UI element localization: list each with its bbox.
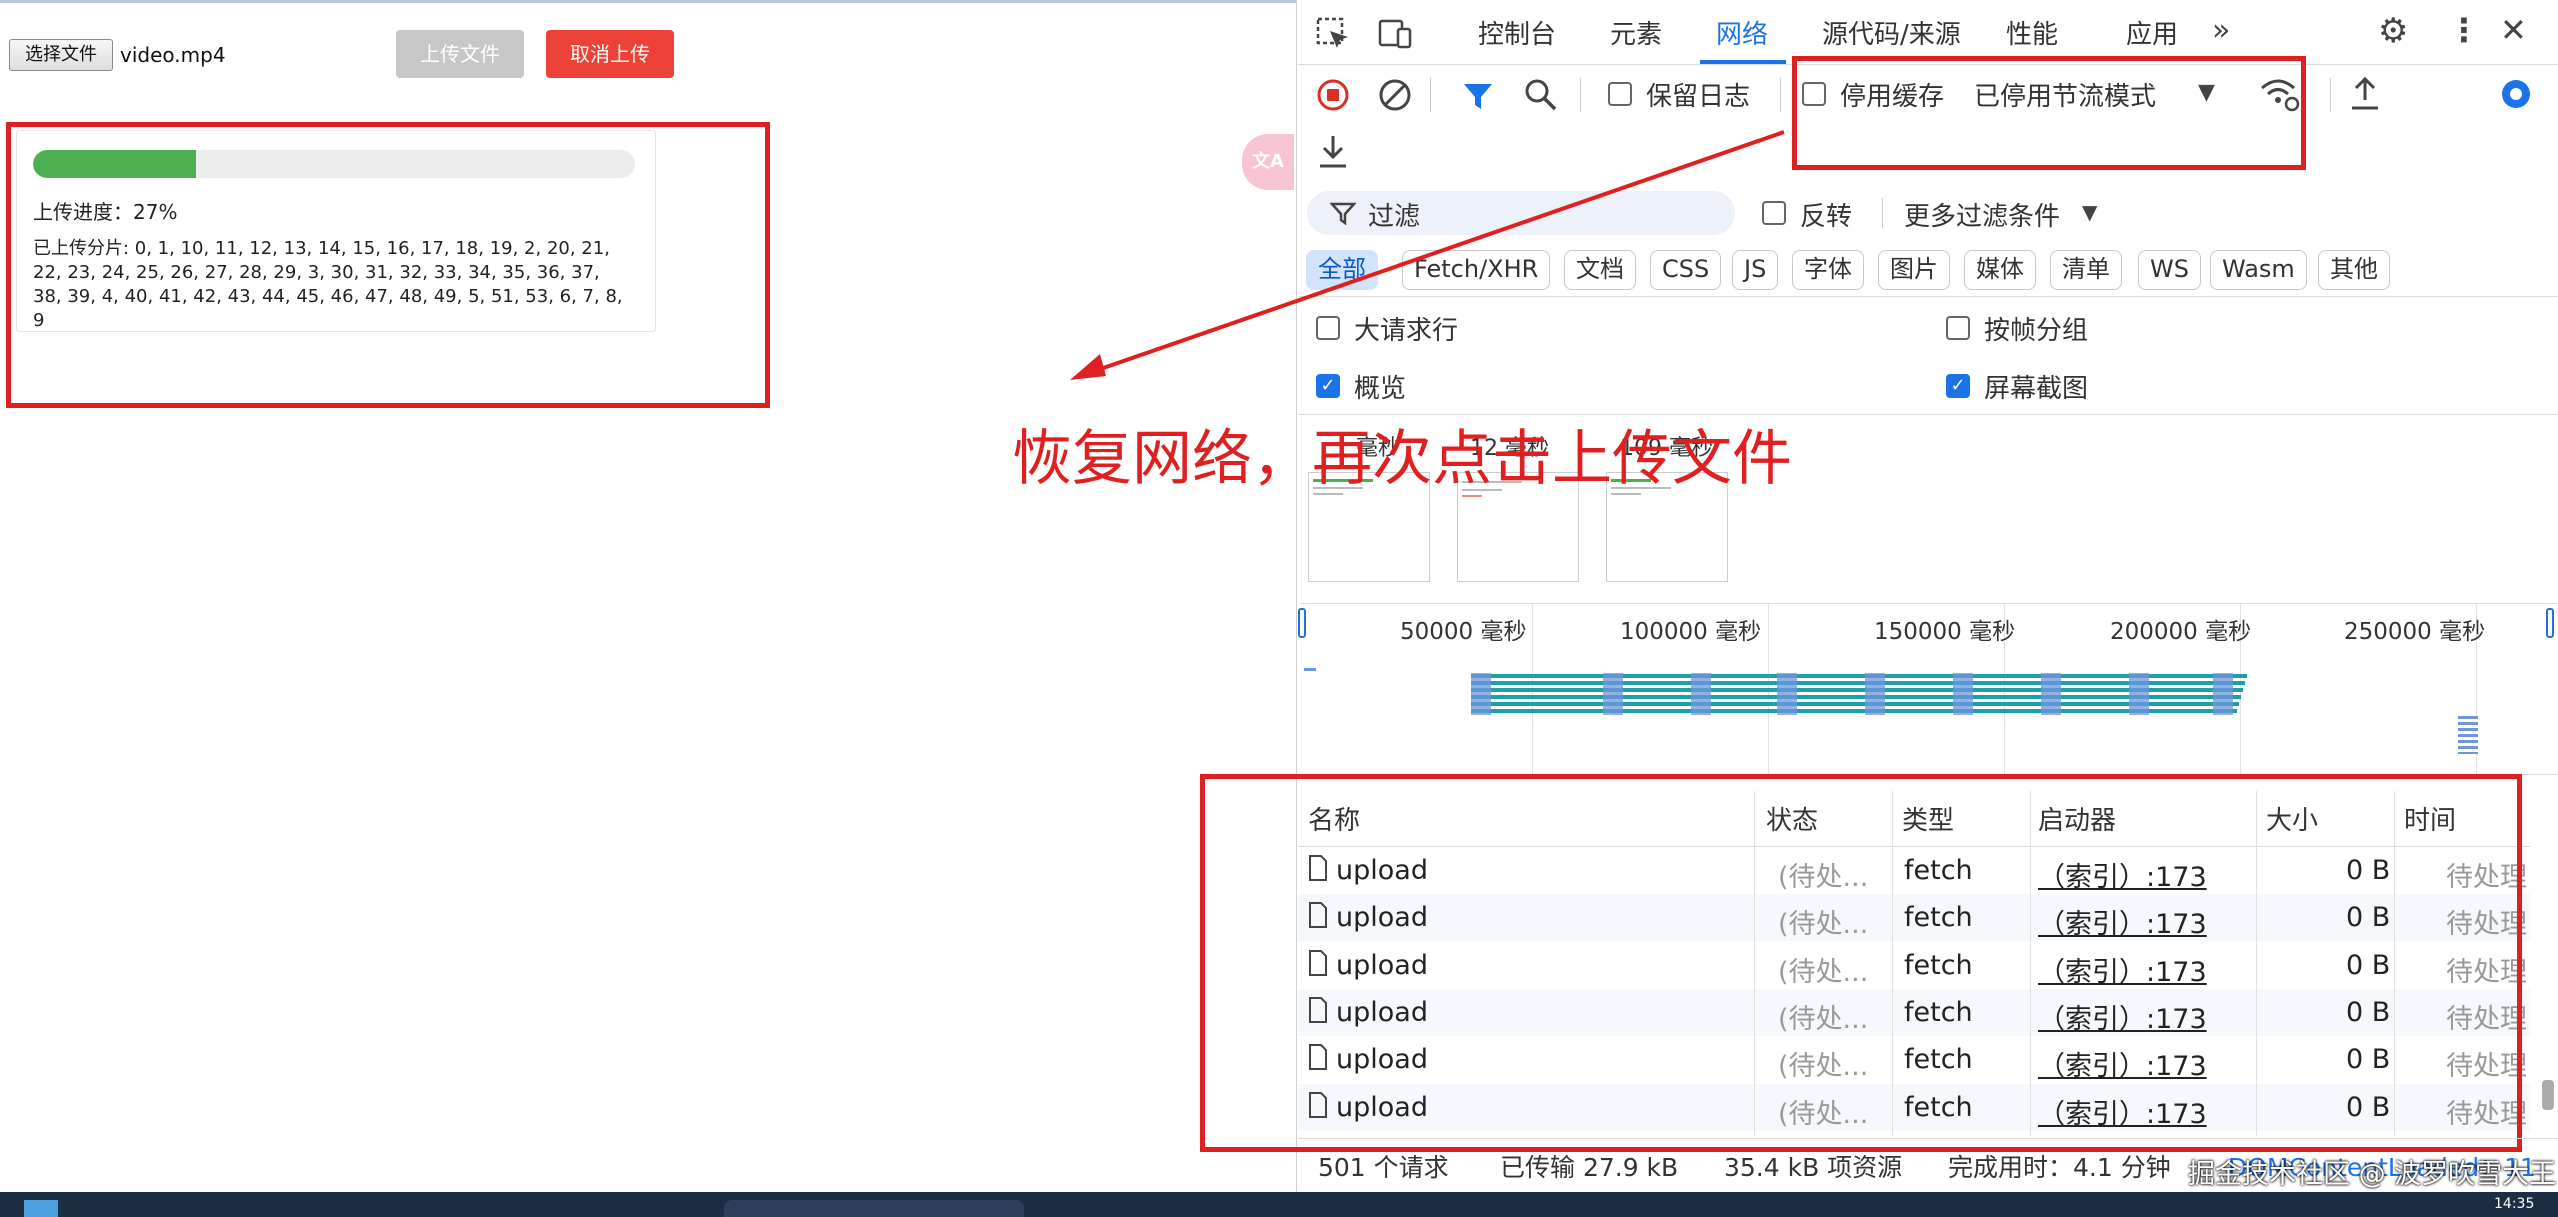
close-devtools-icon[interactable]: ✕ [2500, 14, 2527, 46]
timeline-tick-label: 50000 毫秒 [1400, 619, 1527, 645]
tab-application[interactable]: 应用 [2126, 14, 2178, 51]
group-by-frame-checkbox[interactable] [1946, 316, 1970, 340]
waterfall-bar [2129, 673, 2149, 715]
annotation-box-progress [6, 122, 770, 408]
type-chip-wasm[interactable]: Wasm [2210, 250, 2307, 290]
status-finish-time: 完成用时：4.1 分钟 [1948, 1153, 2171, 1182]
preserve-log-label: 保留日志 [1646, 82, 1751, 112]
waterfall-overview [1471, 673, 2247, 715]
waterfall-bar [2213, 673, 2233, 715]
waterfall-mark [2458, 716, 2478, 754]
timeline-tick-label: 100000 毫秒 [1620, 619, 1762, 645]
type-chip-font[interactable]: 字体 [1792, 250, 1864, 290]
tab-performance[interactable]: 性能 [2006, 14, 2058, 51]
tab-network[interactable]: 网络 [1716, 14, 1768, 51]
device-toolbar-icon[interactable] [1378, 17, 1414, 51]
type-chip-other[interactable]: 其他 [2318, 250, 2390, 290]
network-settings-gear-icon[interactable] [2498, 76, 2534, 112]
type-chip-manifest[interactable]: 清单 [2050, 250, 2122, 290]
waterfall-bar [1953, 673, 1973, 715]
status-transferred: 已传输 27.9 kB [1500, 1153, 1679, 1182]
search-icon[interactable] [1524, 78, 1558, 112]
clear-icon[interactable] [1378, 78, 1412, 112]
type-chip-img[interactable]: 图片 [1878, 250, 1950, 290]
tab-sources[interactable]: 源代码/来源 [1822, 14, 1961, 51]
waterfall-bar [1471, 702, 2239, 706]
annotation-box-disable-cache [1792, 56, 2306, 170]
type-chip-ws[interactable]: WS [2138, 250, 2201, 290]
waterfall-bar [1691, 673, 1711, 715]
browser-top-border [0, 0, 1296, 3]
invert-label: 反转 [1800, 202, 1853, 232]
cancel-upload-button[interactable]: 取消上传 [546, 30, 674, 78]
toolbar-separator [2330, 78, 2331, 112]
timeline-right-handle[interactable] [2546, 608, 2554, 638]
type-chip-media[interactable]: 媒体 [1964, 250, 2036, 290]
start-button-icon[interactable] [24, 1200, 58, 1217]
toolbar-separator [1430, 78, 1431, 112]
settings-gear-icon[interactable]: ⚙ [2378, 14, 2408, 48]
table-scrollbar[interactable] [2542, 1080, 2554, 1110]
annotation-box-requests [1200, 774, 2522, 1152]
waterfall-bar [1865, 673, 1885, 715]
tab-console[interactable]: 控制台 [1478, 14, 1556, 51]
tab-elements[interactable]: 元素 [1610, 14, 1662, 51]
screenshots-label: 屏幕截图 [1984, 374, 2089, 404]
filter-funnel-icon[interactable] [1462, 80, 1494, 112]
more-filters-dropdown[interactable]: 更多过滤条件 [1904, 196, 2060, 233]
timeline-left-handle[interactable] [1298, 608, 1306, 638]
waterfall-bar [1471, 695, 2241, 699]
more-options-icon[interactable]: ⋮ [2448, 14, 2480, 46]
waterfall-bar [1471, 673, 1491, 715]
choose-file-button[interactable]: 选择文件 [9, 39, 113, 71]
preserve-log-checkbox[interactable] [1608, 82, 1632, 106]
waterfall-bar [2041, 673, 2061, 715]
waterfall-bar [1777, 673, 1797, 715]
toolbar-separator [1882, 198, 1883, 228]
group-by-frame-label: 按帧分组 [1984, 316, 2089, 346]
waterfall-bar [1471, 688, 2243, 692]
taskbar-clock: 14:35 [2494, 1196, 2535, 1212]
toolbar-separator [1780, 78, 1781, 112]
waterfall-bar [1471, 709, 2237, 713]
watermark: 掘金技术社区 @ 波罗吹雪大王 [2188, 1159, 2557, 1190]
record-stop-icon[interactable] [1316, 78, 1350, 112]
import-har-icon[interactable] [2348, 76, 2382, 112]
status-request-count: 501 个请求 [1318, 1153, 1449, 1182]
timeline-tick-label: 250000 毫秒 [2344, 619, 2486, 645]
status-resources: 35.4 kB 项资源 [1724, 1153, 1903, 1182]
waterfall-bar [1603, 673, 1623, 715]
chevron-down-icon[interactable]: ▼ [2082, 202, 2097, 222]
taskbar-search-box[interactable] [724, 1200, 1024, 1217]
waterfall-mark [1304, 668, 1316, 671]
more-tabs-icon[interactable]: » [2212, 16, 2230, 46]
timeline-tick-label: 200000 毫秒 [2110, 619, 2252, 645]
selected-file-name: video.mp4 [120, 43, 226, 67]
os-taskbar [0, 1192, 2558, 1217]
timeline-tick-label: 150000 毫秒 [1874, 619, 2016, 645]
inspect-element-icon[interactable] [1316, 17, 1352, 51]
annotation-arrow [1070, 130, 1785, 380]
toolbar-separator [1580, 78, 1581, 112]
screenshots-checkbox[interactable]: ✓ [1946, 374, 1970, 398]
annotation-caption: 恢复网络，再次点击上传文件 [1012, 424, 1792, 494]
upload-button[interactable]: 上传文件 [396, 30, 524, 78]
